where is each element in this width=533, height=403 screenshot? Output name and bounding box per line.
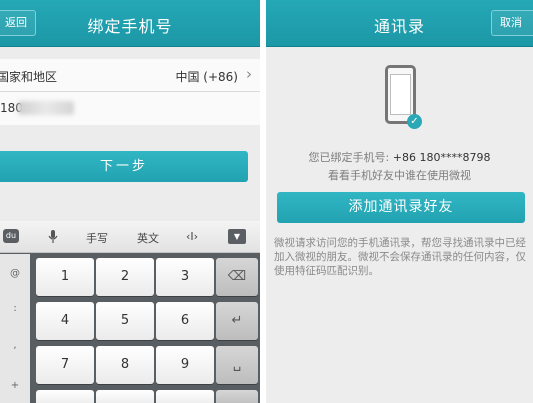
cursor-move-icon[interactable]: ‹I› [186,230,198,243]
check-icon: ✓ [407,114,422,129]
space-icon: ␣ [232,357,242,372]
title-bar: 返回 绑定手机号 [0,0,260,47]
symbol-key[interactable]: + [0,380,30,391]
symbol-key[interactable]: : [0,303,30,314]
phone-input[interactable]: 180 [0,92,260,125]
key-row-bottom[interactable] [36,390,94,403]
symbol-column: @ : , + [0,254,30,403]
country-label: 国家和地区 [0,70,58,84]
keyboard: du 手写 英文 ‹I› ▼ @ : , + 1 2 3 ⌫ 4 5 6 ↵ 7… [0,221,260,403]
key-row-bottom[interactable] [216,390,258,403]
contacts-screen: 通讯录 取消 ✓ 您已绑定手机号: +86 180****8798 看看手机好友… [266,0,533,403]
next-step-button[interactable]: 下一步 [0,151,248,182]
keyboard-toolbar: du 手写 英文 ‹I› ▼ [0,221,260,253]
page-title: 绑定手机号 [87,17,173,36]
english-tool[interactable]: 英文 [137,230,159,246]
chevron-right-icon: › [246,65,252,83]
bound-phone-line: 您已绑定手机号: +86 180****8798 [266,149,533,165]
key-1[interactable]: 1 [36,258,94,296]
key-row-bottom[interactable] [156,390,214,403]
enter-key[interactable]: ↵ [216,302,258,340]
symbol-key[interactable]: , [0,340,30,351]
handwriting-tool[interactable]: 手写 [86,230,108,246]
permission-description: 微视请求访问您的手机通讯录，帮您寻找通讯录中已经加入微视的朋友。微视不会保存通讯… [274,237,526,277]
country-selector[interactable]: 国家和地区 中国 (+86) › [0,59,260,92]
microphone-icon[interactable] [48,230,58,247]
blurred-number [18,101,74,115]
key-9[interactable]: 9 [156,346,214,384]
bound-prefix: 您已绑定手机号: [308,151,390,164]
symbol-key[interactable]: @ [0,268,30,279]
key-row-bottom[interactable] [96,390,154,403]
backspace-icon: ⌫ [227,269,247,284]
backspace-key[interactable]: ⌫ [216,258,258,296]
space-key[interactable]: ␣ [216,346,258,384]
add-contacts-button[interactable]: 添加通讯录好友 [277,192,525,223]
bind-phone-screen: 返回 绑定手机号 国家和地区 中国 (+86) › 180 下一步 du 手写 … [0,0,260,403]
title-bar: 通讯录 取消 [266,0,533,47]
key-2[interactable]: 2 [96,258,154,296]
enter-icon: ↵ [231,313,243,328]
phone-screen [390,74,411,115]
key-7[interactable]: 7 [36,346,94,384]
key-5[interactable]: 5 [96,302,154,340]
cancel-button[interactable]: 取消 [491,10,533,36]
key-4[interactable]: 4 [36,302,94,340]
country-value: 中国 (+86) [175,70,238,84]
key-8[interactable]: 8 [96,346,154,384]
keyboard-hide-icon[interactable]: ▼ [228,229,246,244]
keyboard-logo-icon[interactable]: du [3,229,19,243]
bound-number: +86 180****8798 [392,151,491,164]
subtitle: 看看手机好友中谁在使用微视 [328,169,471,182]
key-3[interactable]: 3 [156,258,214,296]
key-6[interactable]: 6 [156,302,214,340]
